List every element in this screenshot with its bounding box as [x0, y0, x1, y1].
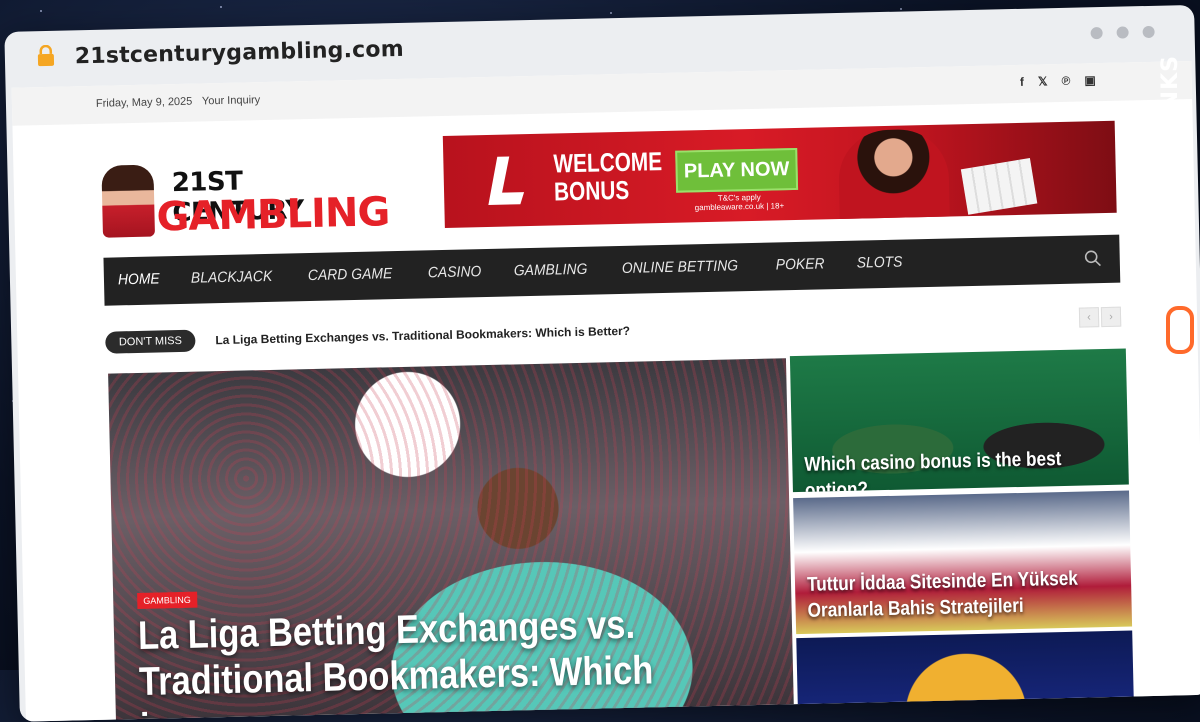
- chevron-left-icon[interactable]: ‹: [1078, 307, 1100, 328]
- side-post[interactable]: Which casino bonus is the best option?: [789, 348, 1129, 493]
- featured-post-title[interactable]: La Liga Betting Exchanges vs. Traditiona…: [138, 601, 674, 722]
- web-page: Friday, May 9, 2025 Your Inquiry f 𝕏 ℗ ▣…: [11, 60, 1200, 722]
- chevron-right-icon[interactable]: ›: [1100, 306, 1122, 328]
- search-icon[interactable]: [1084, 249, 1102, 267]
- category-badge[interactable]: GAMBLING: [137, 591, 197, 610]
- featured-post[interactable]: GAMBLING La Liga Betting Exchanges vs. T…: [108, 358, 795, 722]
- facebook-icon[interactable]: f: [1020, 75, 1024, 89]
- side-post-title[interactable]: [810, 691, 1128, 698]
- banner-headline-1: WELCOME: [553, 146, 663, 179]
- window-dot-icon[interactable]: [1116, 26, 1129, 39]
- twitter-icon[interactable]: 𝕏: [1038, 74, 1048, 88]
- window-controls: [1090, 25, 1155, 40]
- main-navigation: HOME BLACKJACK CARD GAME CASINO GAMBLING…: [103, 234, 1121, 306]
- side-post[interactable]: [796, 630, 1135, 722]
- window-dot-icon[interactable]: [1142, 25, 1155, 39]
- banner-fineprint: T&C's apply gambleaware.co.uk | 18+: [694, 192, 785, 213]
- banner-headline-2: BONUS: [553, 174, 630, 207]
- site-logo[interactable]: 21ST CENTURY GAMBLING: [101, 157, 390, 243]
- nav-item-gambling[interactable]: GAMBLING: [513, 261, 587, 280]
- logo-line2: GAMBLING: [156, 189, 390, 241]
- lock-icon: [37, 44, 55, 67]
- logo-girl-image: [101, 164, 155, 238]
- banner-model-image: [837, 128, 950, 223]
- brand-l-icon: [488, 156, 525, 205]
- breaking-news-ticker: DON'T MISS La Liga Betting Exchanges vs.…: [105, 306, 1122, 358]
- address-bar-url[interactable]: 21stcenturygambling.com: [75, 37, 404, 69]
- side-post[interactable]: Tuttur İddaa Sitesinde En Yüksek Oranlar…: [793, 490, 1133, 635]
- social-links: f 𝕏 ℗ ▣: [1020, 73, 1096, 89]
- ad-banner[interactable]: WELCOME BONUS PLAY NOW T&C's apply gambl…: [442, 120, 1117, 228]
- nav-item-home[interactable]: HOME: [118, 270, 160, 288]
- pinterest-icon[interactable]: ℗: [1061, 74, 1070, 88]
- browser-window: 21stcenturygambling.com Friday, May 9, 2…: [4, 4, 1200, 722]
- side-post-title[interactable]: Which casino bonus is the best option?: [804, 445, 1123, 492]
- ticker-headline[interactable]: La Liga Betting Exchanges vs. Traditiona…: [215, 324, 630, 347]
- nav-item-casino[interactable]: CASINO: [427, 263, 481, 281]
- guestpostlinks-watermark: GUESTPOSTLINKS: [1158, 55, 1200, 360]
- watermark-text: GUESTPOSTLINKS: [1158, 55, 1183, 290]
- nav-item-online-betting[interactable]: ONLINE BETTING: [621, 257, 738, 277]
- your-inquiry-link[interactable]: Your Inquiry: [202, 94, 261, 107]
- play-now-button[interactable]: PLAY NOW: [675, 147, 799, 193]
- playing-cards-image: [960, 158, 1038, 215]
- banner-headline: WELCOME BONUS: [553, 146, 663, 207]
- current-date: Friday, May 9, 2025: [95, 95, 193, 110]
- dont-miss-label: DON'T MISS: [105, 329, 196, 354]
- nav-item-blackjack[interactable]: BLACKJACK: [191, 268, 273, 287]
- window-dot-icon[interactable]: [1090, 26, 1103, 40]
- side-post-title[interactable]: Tuttur İddaa Sitesinde En Yüksek Oranlar…: [807, 565, 1126, 624]
- nav-item-slots[interactable]: SLOTS: [857, 254, 903, 272]
- instagram-icon[interactable]: ▣: [1084, 73, 1096, 87]
- nav-item-poker[interactable]: POKER: [776, 255, 825, 273]
- link-icon: [1166, 306, 1194, 354]
- browser-frame: 21stcenturygambling.com Friday, May 9, 2…: [0, 0, 1200, 722]
- nav-item-card-game[interactable]: CARD GAME: [308, 265, 393, 284]
